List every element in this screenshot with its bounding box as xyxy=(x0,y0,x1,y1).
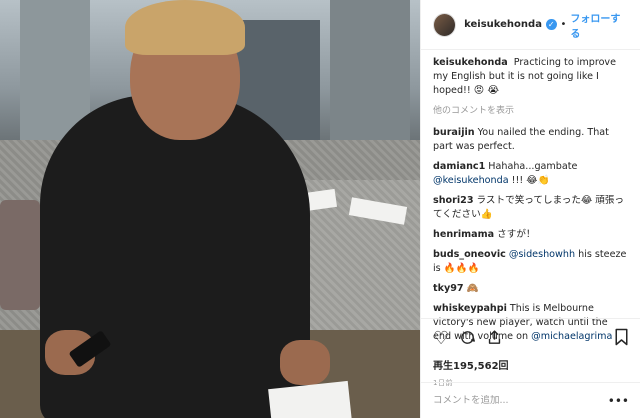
comment-username[interactable]: damianc1 xyxy=(433,161,485,172)
instagram-post: keisukehonda ✓ • フォローする keisukehonda Pra… xyxy=(0,0,640,418)
add-comment-bar: ••• xyxy=(421,382,640,418)
avatar[interactable] xyxy=(433,12,457,37)
comment-username[interactable]: henrimama xyxy=(433,229,494,240)
comment-input[interactable] xyxy=(433,395,608,406)
action-bar: ♡ 再生195,562回 1日前 xyxy=(421,318,640,388)
comment-username[interactable]: shori23 xyxy=(433,195,474,206)
person-hair xyxy=(125,0,245,55)
comment-text: Hahaha...gambate xyxy=(488,161,578,172)
comments-panel: keisukehonda ✓ • フォローする keisukehonda Pra… xyxy=(420,0,640,418)
comment-text: さすが！ xyxy=(497,229,536,240)
bookmark-icon[interactable] xyxy=(614,328,629,350)
comment-text: 🙈 xyxy=(466,283,479,294)
comment-username[interactable]: tky97 xyxy=(433,283,464,294)
comment-item: tky97 🙈 xyxy=(433,282,628,296)
caption: keisukehonda Practicing to improve my En… xyxy=(433,56,628,98)
comment-suffix: !!! 😂👏 xyxy=(511,175,550,186)
comment-mention-link[interactable]: @sideshowhh xyxy=(509,249,575,260)
comment-mention-link[interactable]: @keisukehonda xyxy=(433,175,509,186)
comment-username[interactable]: buraijin xyxy=(433,127,475,138)
cushion xyxy=(0,200,40,310)
comment-username[interactable]: buds_oneovic xyxy=(433,249,506,260)
caption-username[interactable]: keisukehonda xyxy=(433,57,508,68)
comment-item: buds_oneovic @sideshowhh his steeze is 🔥🔥… xyxy=(433,248,628,276)
comment-list: keisukehonda Practicing to improve my En… xyxy=(421,50,640,344)
comment-item: shori23 ラストで笑ってしまった😂 頑張ってください👍 xyxy=(433,194,628,222)
hand xyxy=(280,340,330,385)
load-more-comments[interactable]: 他のコメントを表示 xyxy=(433,104,628,118)
more-options-icon[interactable]: ••• xyxy=(608,394,629,408)
share-icon[interactable] xyxy=(486,329,503,350)
comment-item: damianc1 Hahaha...gambate @keisukehonda !… xyxy=(433,160,628,188)
verified-badge-icon: ✓ xyxy=(545,19,557,30)
follow-button[interactable]: フォローする xyxy=(570,10,628,40)
post-header: keisukehonda ✓ • フォローする xyxy=(421,0,640,50)
separator-dot: • xyxy=(560,19,567,30)
comment-icon[interactable] xyxy=(459,329,476,350)
header-username[interactable]: keisukehonda xyxy=(464,19,542,30)
post-video[interactable] xyxy=(0,0,420,418)
comment-item: henrimama さすが！ xyxy=(433,228,628,242)
view-count: 再生195,562回 xyxy=(433,361,509,372)
comment-item: buraijin You nailed the ending. That part… xyxy=(433,126,628,154)
comment-username[interactable]: whiskeypahpi xyxy=(433,303,507,314)
caption-emoji: 😡 😭 xyxy=(473,85,500,96)
heart-icon[interactable]: ♡ xyxy=(433,330,449,348)
